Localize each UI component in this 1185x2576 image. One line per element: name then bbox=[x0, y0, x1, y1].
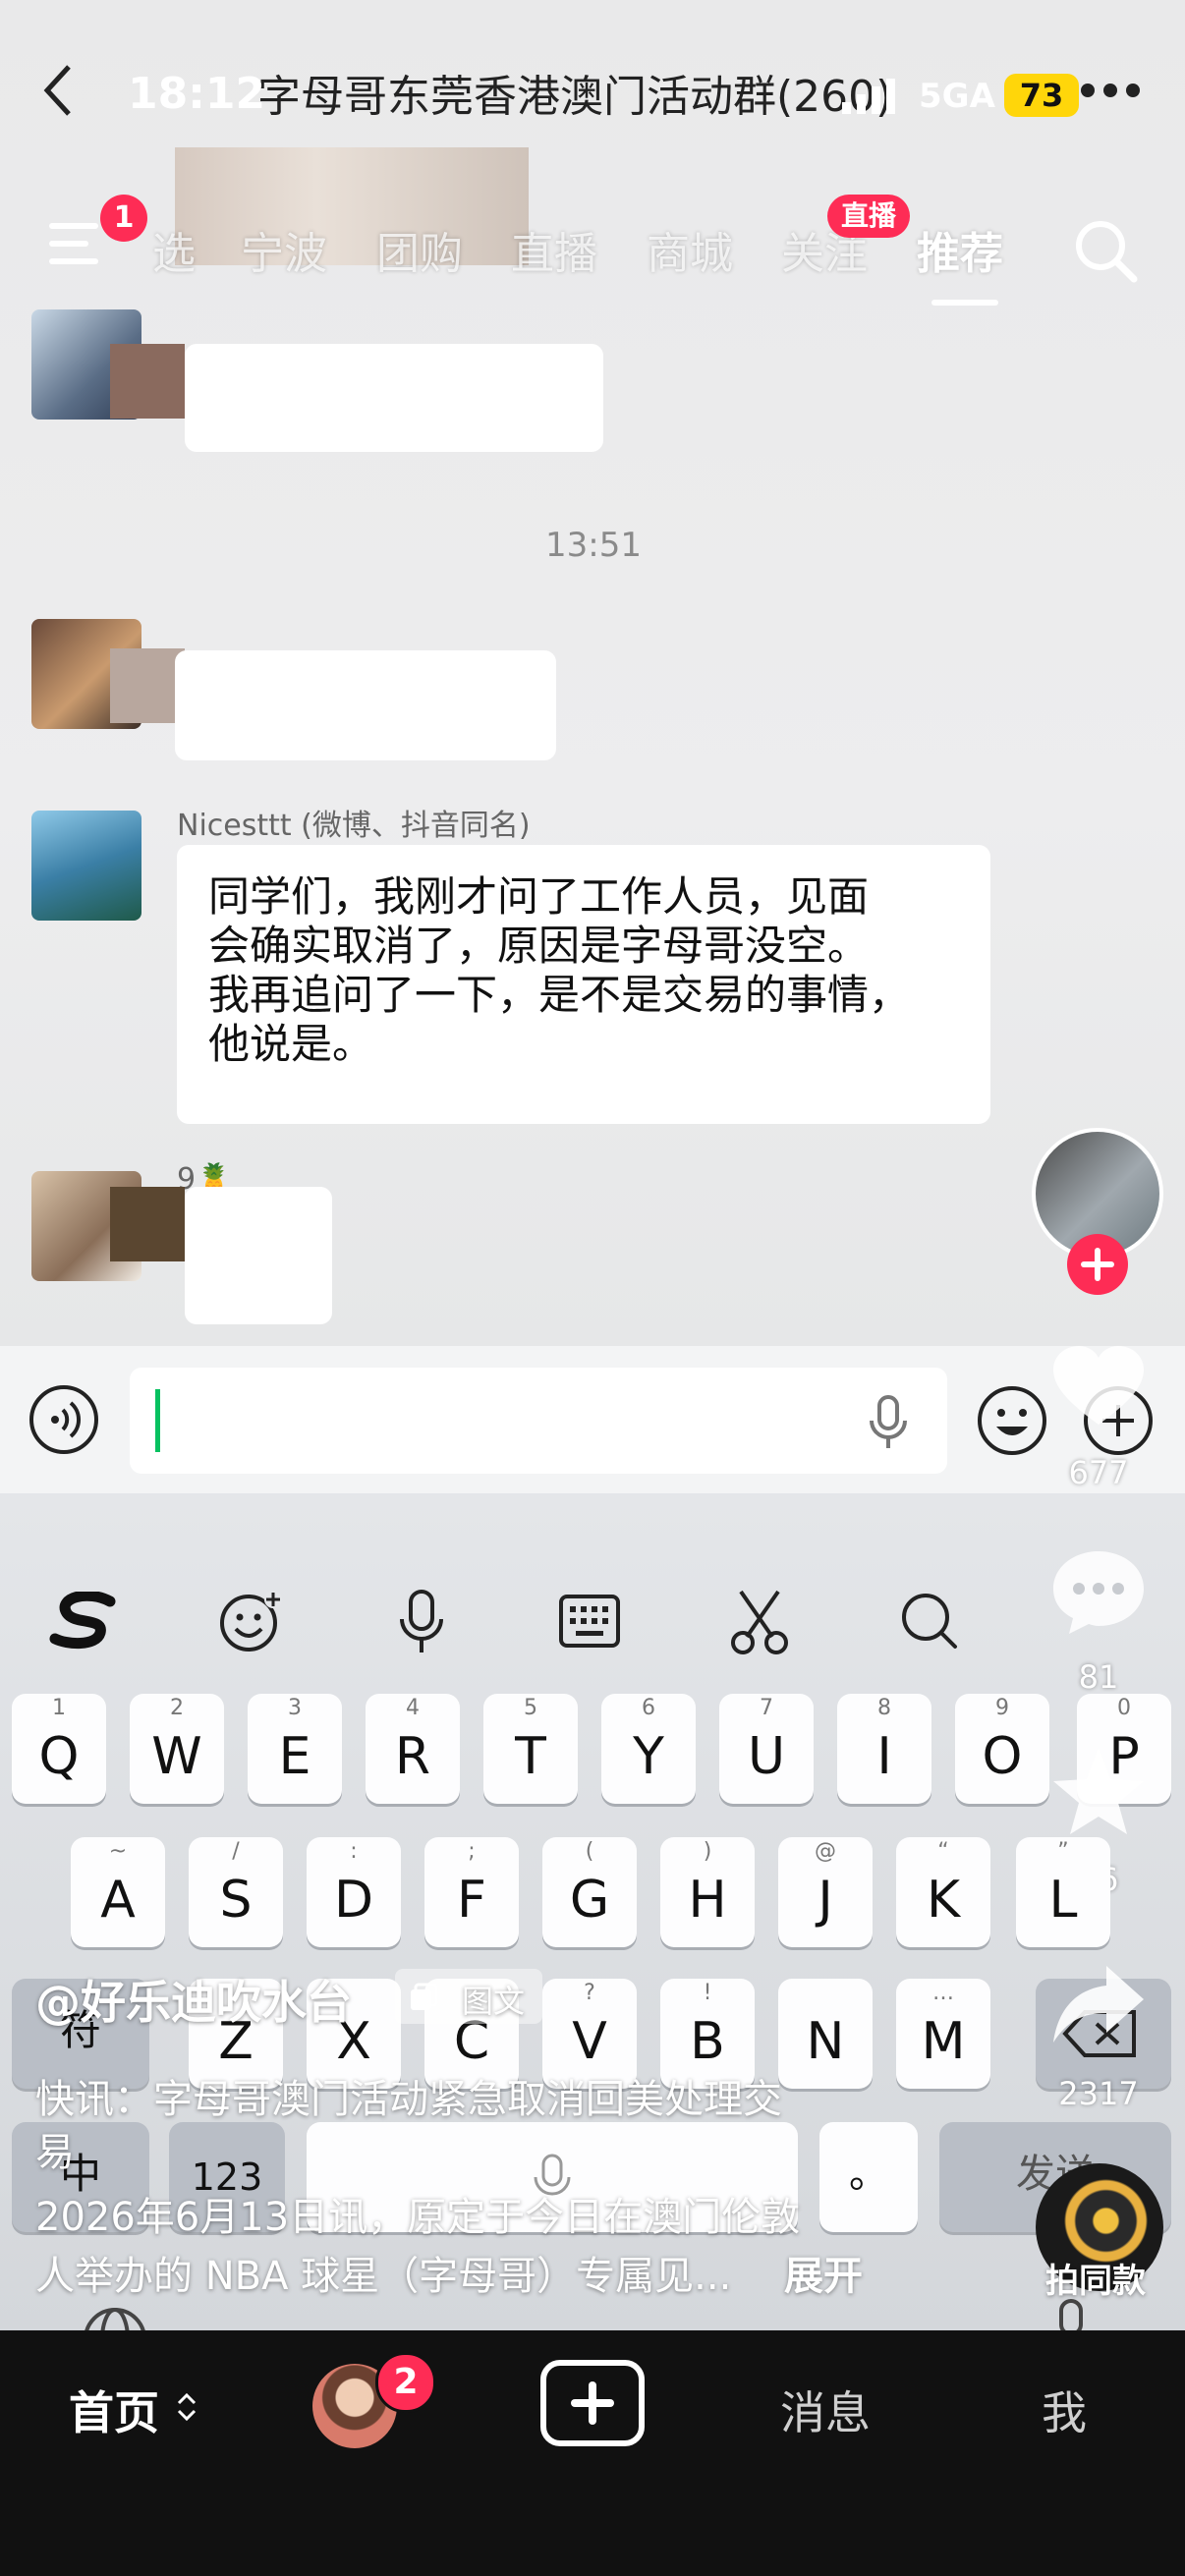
key-y[interactable]: 6Y bbox=[601, 1694, 696, 1804]
tab-groupbuy[interactable]: 团购 bbox=[376, 218, 463, 281]
key-o[interactable]: 9O bbox=[955, 1694, 1049, 1804]
nav-messages[interactable]: 消息 bbox=[780, 2378, 871, 2442]
message-line: 他说是。 bbox=[208, 1020, 374, 1068]
status-time: 18:12 bbox=[128, 69, 266, 119]
comment-icon[interactable] bbox=[1049, 1547, 1148, 1638]
message-input[interactable] bbox=[130, 1368, 947, 1474]
post-desc-line: 人举办的 NBA 球星（字母哥）专属见... bbox=[35, 2254, 732, 2299]
chat-timestamp: 13:51 bbox=[545, 526, 642, 565]
voice-toggle-icon[interactable] bbox=[28, 1383, 100, 1456]
more-icon[interactable] bbox=[1076, 79, 1145, 102]
battery-level: 73 bbox=[1019, 77, 1064, 114]
message-bubble bbox=[185, 1187, 332, 1324]
sender-name: Nicesttt (微博、抖音同名) bbox=[177, 809, 531, 843]
key-t[interactable]: 5T bbox=[483, 1694, 578, 1804]
text-caret bbox=[155, 1389, 160, 1452]
network-label: 5GA bbox=[919, 77, 995, 116]
key-s[interactable]: / S bbox=[189, 1837, 283, 1947]
live-badge: 直播 bbox=[827, 195, 910, 238]
key-k[interactable]: “K bbox=[896, 1837, 990, 1947]
plus-icon bbox=[571, 2381, 614, 2425]
create-button[interactable] bbox=[540, 2360, 645, 2446]
key-w[interactable]: 2W bbox=[130, 1694, 224, 1804]
post-author[interactable]: @好乐迪吹水台 bbox=[35, 1967, 352, 2032]
post-headline-line: 易 bbox=[35, 2130, 75, 2175]
key-j[interactable]: @ J bbox=[778, 1837, 873, 1947]
follow-button[interactable] bbox=[1067, 1234, 1128, 1295]
period-key[interactable]: 。 bbox=[819, 2122, 918, 2232]
search-icon[interactable] bbox=[1071, 216, 1140, 285]
mic-icon[interactable] bbox=[397, 1588, 446, 1656]
same-style-label[interactable]: 拍同款 bbox=[1045, 2254, 1146, 2302]
key-u[interactable]: 7U bbox=[719, 1694, 814, 1804]
message-bubble bbox=[185, 344, 603, 452]
expand-link[interactable]: 展开 bbox=[784, 2244, 863, 2301]
key-f[interactable]: ; F bbox=[424, 1837, 519, 1947]
message-line: 同学们，我刚才问了工作人员，见面 bbox=[208, 872, 870, 921]
like-icon[interactable] bbox=[1049, 1344, 1148, 1432]
mic-icon[interactable] bbox=[1051, 2297, 1091, 2330]
message-bubble bbox=[175, 650, 556, 760]
scissors-icon[interactable] bbox=[727, 1588, 792, 1656]
redaction-block bbox=[110, 344, 185, 419]
key-h[interactable]: ) H bbox=[660, 1837, 755, 1947]
emoji-icon[interactable] bbox=[975, 1383, 1049, 1458]
message-bubble[interactable]: 同学们，我刚才问了工作人员，见面 会确实取消了，原因是字母哥没空。 我再追问了一… bbox=[177, 845, 990, 1124]
chat-title: 字母哥东莞香港澳门活动群(260) bbox=[257, 72, 893, 122]
share-icon[interactable] bbox=[1049, 1960, 1148, 2048]
tab-ningbo[interactable]: 宁波 bbox=[241, 218, 327, 281]
tab-mall[interactable]: 商城 bbox=[647, 218, 733, 281]
emoji-add-icon[interactable] bbox=[218, 1590, 283, 1654]
menu-badge: 1 bbox=[100, 195, 147, 242]
search-icon[interactable] bbox=[898, 1590, 961, 1652]
post-type-label: 图文 bbox=[462, 1983, 526, 2020]
post-headline-line: 快讯：字母哥澳门活动紧急取消回美处理交 bbox=[35, 2077, 782, 2122]
key-l[interactable]: ” L bbox=[1016, 1837, 1110, 1947]
key-a[interactable]: ~ A bbox=[71, 1837, 165, 1947]
menu-icon[interactable] bbox=[49, 221, 104, 266]
swap-icon[interactable] bbox=[175, 2389, 198, 2425]
mic-icon[interactable] bbox=[867, 1395, 910, 1450]
key-r[interactable]: 4R bbox=[366, 1694, 460, 1804]
nav-home[interactable]: 首页 bbox=[69, 2378, 159, 2442]
favorite-icon[interactable] bbox=[1049, 1744, 1148, 1838]
tab-live[interactable]: 直播 bbox=[511, 218, 597, 281]
friends-badge: 2 bbox=[375, 2352, 436, 2413]
post-type-tag: 图文 bbox=[395, 1969, 542, 2024]
photo-thumbnail bbox=[175, 147, 529, 265]
key-i[interactable]: 8I bbox=[837, 1694, 931, 1804]
redaction-block bbox=[110, 1187, 185, 1261]
redaction-block bbox=[110, 648, 185, 723]
like-count: 677 bbox=[1068, 1454, 1129, 1491]
sogou-logo-icon[interactable] bbox=[49, 1590, 118, 1651]
comment-count: 81 bbox=[1078, 1658, 1119, 1696]
key-e[interactable]: 3E bbox=[248, 1694, 342, 1804]
key-g[interactable]: (G bbox=[542, 1837, 637, 1947]
key-q[interactable]: 1Q bbox=[12, 1694, 106, 1804]
key-d[interactable]: :D bbox=[307, 1837, 401, 1947]
back-icon[interactable] bbox=[39, 61, 79, 120]
key-m[interactable]: … M bbox=[896, 1979, 990, 2089]
post-desc-line: 2026年6月13日讯，原定于今日在澳门伦敦 bbox=[35, 2195, 801, 2240]
message-line: 会确实取消了，原因是字母哥没空。 bbox=[208, 922, 870, 970]
keyboard-icon[interactable] bbox=[558, 1594, 621, 1649]
key-n[interactable]: N bbox=[778, 1979, 873, 2089]
tab-xuan[interactable]: 选 bbox=[152, 218, 196, 281]
share-count: 2317 bbox=[1058, 2075, 1139, 2112]
avatar[interactable] bbox=[31, 811, 141, 921]
signal-icon bbox=[840, 79, 899, 114]
battery-indicator: 73 bbox=[1004, 74, 1079, 117]
tab-active-indicator bbox=[931, 300, 998, 306]
gallery-icon bbox=[411, 1983, 438, 2010]
nav-me[interactable]: 我 bbox=[1042, 2378, 1087, 2442]
message-line: 我再追问了一下，是不是交易的事情， bbox=[208, 971, 911, 1019]
tab-recommend[interactable]: 推荐 bbox=[917, 218, 1003, 281]
globe-icon[interactable] bbox=[81, 2305, 149, 2330]
